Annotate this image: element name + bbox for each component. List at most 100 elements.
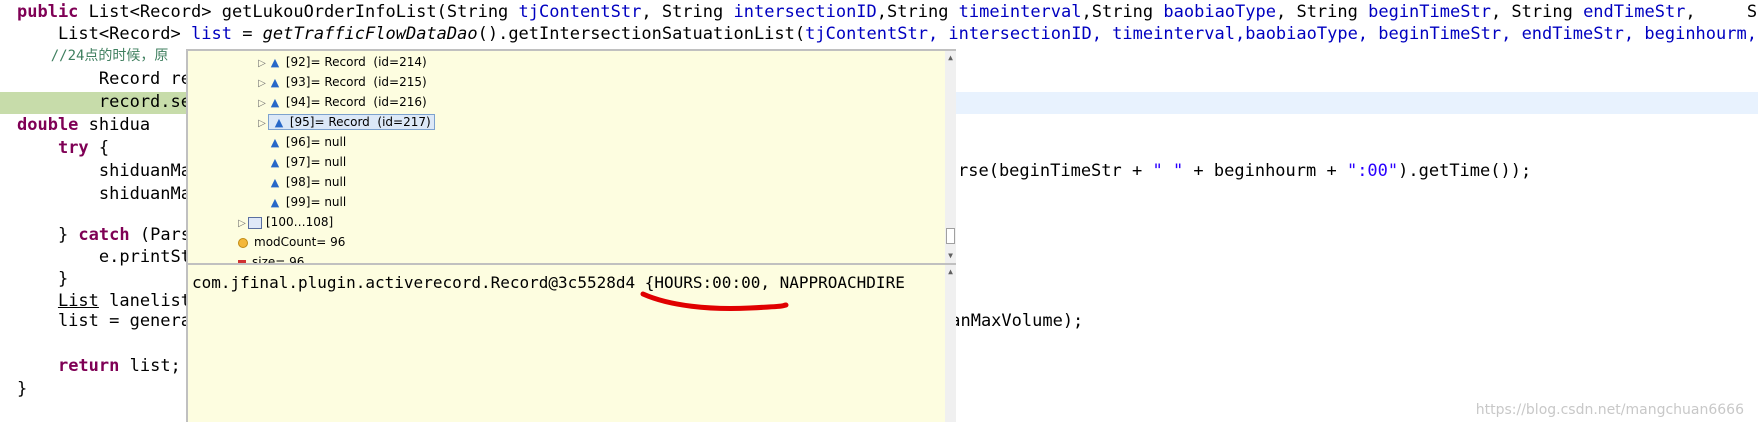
field-icon: ▲ [270,196,280,209]
field-icon: ▲ [270,76,280,89]
scroll-up-icon[interactable]: ▲ [946,267,955,276]
private-field-icon [238,259,246,263]
code-text: ,String [876,2,959,22]
code-line-16: } [17,379,28,399]
param: endTimeStr [1583,2,1686,22]
tree-item[interactable]: ▷ ▲ [94]= Record (id=216) [256,92,427,112]
code-line-12: } [17,269,69,289]
tree-scrollbar[interactable]: ▲ ▼ [945,51,956,263]
tree-item[interactable]: ▲ [99]= null [268,192,346,212]
class-name: List [57,291,99,311]
code-text: shidua [78,115,151,135]
detail-value[interactable]: com.jfinal.plugin.activerecord.Record@3c… [192,273,905,293]
code-line-3: //24点的时候，原 [17,48,169,64]
code-line-8-right: rse(beginTimeStr + " " + beginhourm + ":… [958,160,1531,182]
tree-item-range[interactable]: ▷ [100…108] [236,212,333,232]
code-line-13-left: List lanelist [17,290,191,312]
code-text: } [17,225,79,245]
code-text: list; [119,356,181,376]
tree-item-label: [98]= null [285,175,347,189]
tree-item[interactable]: ▲ [96]= null [268,132,346,152]
field-icon: ▲ [270,156,280,169]
code-text: ).getTime()); [1398,161,1532,181]
args: tjContentStr, intersectionID, timeinterv… [805,24,1758,44]
watermark: https://blog.csdn.net/mangchuan6666 [1475,402,1744,418]
code-text: = [231,24,263,44]
keyword: double [17,115,79,135]
field-icon: ▲ [270,56,280,69]
tree-item-label: [94]= Record (id=216) [285,95,427,109]
red-annotation-underline [640,291,789,311]
tree-item-modcount[interactable]: modCount= 96 [236,232,345,252]
param: timeinterval [958,2,1082,22]
code-text: rse(beginTimeStr + [958,161,1153,181]
code-text: , String [1685,2,1758,22]
code-line-11: e.printSt [17,247,191,267]
field-icon: ▲ [274,116,284,129]
code-text: ().getIntersectionSatuationList( [477,24,806,44]
code-text: List<Record> getLukouOrderInfoList(Strin… [78,2,519,22]
tree-item-selected[interactable]: ▷ ▲ [95]= Record (id=217) [256,112,435,132]
tree-item-label: [95]= Record (id=217) [289,115,431,129]
keyword: try [57,138,89,158]
code-line-1: public List<Record> getLukouOrderInfoLis… [17,1,1758,23]
code-text: lanelist [98,291,192,311]
expand-icon[interactable]: ▷ [256,54,268,74]
field-icon: ▲ [270,96,280,109]
expand-icon[interactable]: ▷ [256,74,268,94]
scroll-thumb[interactable] [946,228,955,244]
string-literal: " " [1152,161,1184,181]
selection-box: ▲ [95]= Record (id=217) [268,114,435,130]
tree-item-label: [97]= null [285,155,347,169]
code-line-2: List<Record> list = getTrafficFlowDataDa… [17,23,1758,45]
code-line-9: shiduanMa [17,184,191,204]
method-call: getTrafficFlowDataDao [262,24,478,44]
code-text: , String [641,2,734,22]
code-text: ,String [1081,2,1164,22]
debug-inspect-popup[interactable]: ▷ ▲ [92]= Record (id=214) ▷ ▲ [93]= Record… [186,49,956,422]
param: beginTimeStr [1368,2,1491,22]
expand-icon[interactable]: ▷ [236,214,248,234]
array-icon [248,216,262,229]
tree-item-label: [93]= Record (id=215) [285,75,427,89]
code-line-4: Record re [17,69,191,89]
tree-item[interactable]: ▷ ▲ [92]= Record (id=214) [256,52,427,72]
expand-icon[interactable]: ▷ [256,114,268,134]
code-line-5: record.se [17,92,191,112]
code-text: , String [1275,2,1369,22]
code-text: { [88,138,110,158]
tree-item[interactable]: ▷ ▲ [93]= Record (id=215) [256,72,427,92]
field-icon: ▲ [270,136,280,149]
param: intersectionID [733,2,877,22]
code-line-13-right: ianMaxVolume); [940,311,1084,331]
protected-field-icon [238,237,248,248]
code-text: + beginhourm + [1183,161,1347,181]
tree-item-label: [92]= Record (id=214) [285,55,427,69]
code-text: , String [1490,2,1584,22]
tree-item-label: [99]= null [285,195,347,209]
tree-item-size[interactable]: size= 96 [236,252,304,263]
tree-item-label: [96]= null [285,135,347,149]
field-icon: ▲ [270,176,280,189]
code-line-8-left: shiduanMa [17,161,191,181]
keyword: public [17,2,79,22]
variable-tree[interactable]: ▷ ▲ [92]= Record (id=214) ▷ ▲ [93]= Record… [188,51,945,263]
keyword: return [57,356,120,376]
tree-item[interactable]: ▲ [97]= null [268,152,346,172]
detail-scrollbar[interactable]: ▲ [945,265,956,422]
scroll-down-icon[interactable]: ▼ [946,251,955,261]
scroll-up-icon[interactable]: ▲ [946,53,955,63]
detail-pane[interactable]: com.jfinal.plugin.activerecord.Record@3c… [188,265,945,422]
tree-item[interactable]: ▲ [98]= null [268,172,346,192]
code-text: (Pars [129,225,192,245]
code-line-14: list = genera [17,311,191,331]
expand-icon[interactable]: ▷ [256,94,268,114]
tree-item-label: modCount= 96 [254,235,346,249]
code-line-6: double shidua [17,114,150,136]
code-line-15: return list; [17,355,181,377]
code-line-7: try { [17,137,109,159]
code-line-10: } catch (Pars [17,224,191,246]
code-text: List<Record> [17,24,191,44]
tree-item-label: size= 96 [252,255,305,263]
